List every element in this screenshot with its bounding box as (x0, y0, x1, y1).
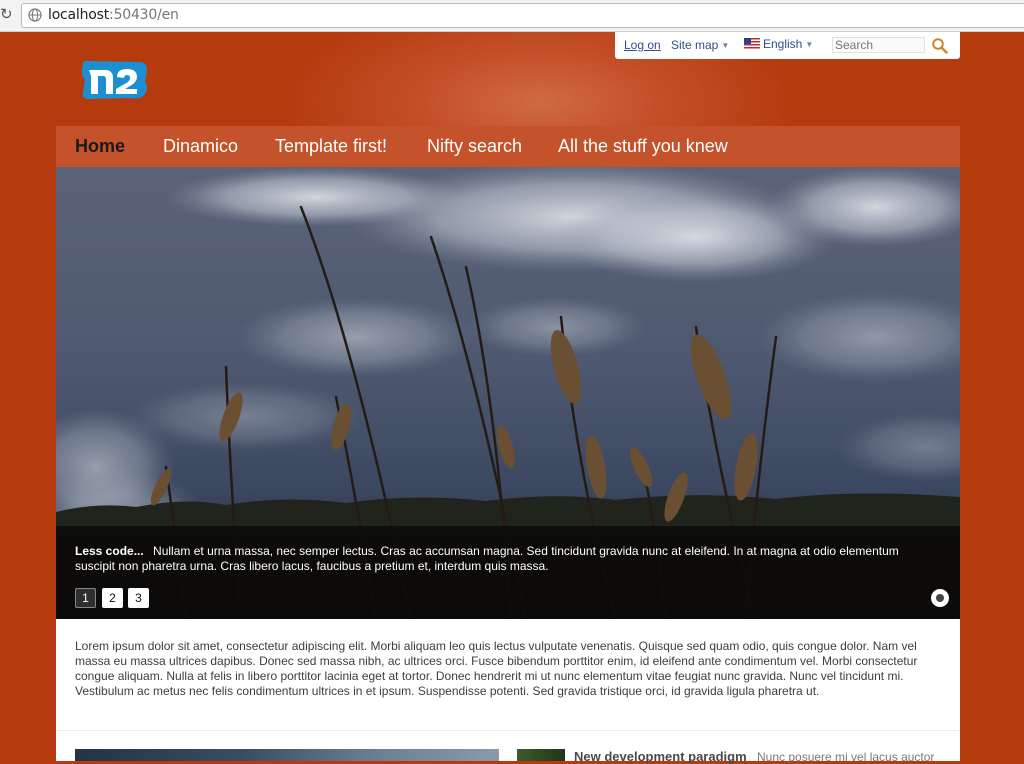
login-link[interactable]: Log on (624, 38, 661, 52)
reload-icon[interactable]: ↻ (0, 6, 14, 24)
language-dropdown[interactable]: English ▼ (744, 37, 813, 51)
address-bar[interactable]: localhost:50430/en (21, 3, 1024, 28)
slide-page-1[interactable]: 1 (75, 588, 96, 608)
teaser-thumbnail[interactable] (517, 749, 565, 761)
nav-item-nifty-search[interactable]: Nifty search (427, 136, 522, 157)
sitemap-dropdown[interactable]: Site map ▼ (671, 38, 729, 52)
chevron-down-icon: ▼ (721, 41, 730, 50)
nav-item-home[interactable]: Home (75, 136, 125, 157)
sitemap-label: Site map (671, 38, 719, 52)
caption-title: Less code... (75, 544, 144, 558)
globe-icon (28, 8, 42, 22)
hero-slideshow: Less code... Nullam et urna massa, nec s… (56, 167, 960, 619)
site-logo[interactable] (79, 58, 149, 100)
teaser-title[interactable]: New development paradigm (574, 749, 747, 764)
caption-text: Less code... Nullam et urna massa, nec s… (75, 544, 941, 574)
nav-item-all-the-stuff[interactable]: All the stuff you knew (558, 136, 728, 157)
nav-item-dinamico[interactable]: Dinamico (163, 136, 238, 157)
intro-paragraph: Lorem ipsum dolor sit amet, consectetur … (75, 639, 918, 698)
url-text: localhost:50430/en (48, 7, 179, 23)
browser-toolbar: ↻ localhost:50430/en (0, 0, 1024, 32)
divider (56, 730, 960, 731)
search-icon[interactable] (931, 37, 949, 55)
caption-body: Nullam et urna massa, nec semper lectus.… (75, 544, 899, 573)
main-nav: Home Dinamico Template first! Nifty sear… (56, 126, 960, 167)
slideshow-toggle-icon[interactable] (931, 589, 949, 607)
slide-caption: Less code... Nullam et urna massa, nec s… (56, 526, 960, 619)
us-flag-icon (744, 38, 760, 49)
teaser-text: Nunc posuere mi vel lacus auctor (757, 750, 935, 764)
slide-page-2[interactable]: 2 (102, 588, 123, 608)
nav-item-template-first[interactable]: Template first! (275, 136, 387, 157)
search-input[interactable] (832, 37, 925, 53)
utility-bar: Log on Site map ▼ English ▼ (615, 32, 960, 59)
slide-page-3[interactable]: 3 (128, 588, 149, 608)
main-content: Lorem ipsum dolor sit amet, consectetur … (56, 619, 960, 764)
chevron-down-icon: ▼ (805, 40, 814, 49)
feature-image[interactable] (75, 749, 499, 761)
language-label: English (763, 37, 803, 51)
